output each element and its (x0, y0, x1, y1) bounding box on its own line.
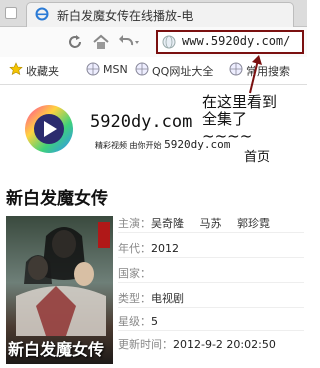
bookmark-label: 收藏夹 (26, 65, 59, 78)
site-logo-icon[interactable] (23, 103, 75, 155)
divider (118, 330, 304, 331)
detail-row-rating: 星级：5 (118, 313, 158, 329)
detail-value: 2012 (151, 242, 179, 255)
divider (118, 282, 304, 283)
cast-link[interactable]: 马苏 (200, 217, 222, 230)
title-bar: 新白发魔女传在线播放-电 (0, 0, 307, 27)
home-icon[interactable] (92, 33, 110, 51)
detail-label: 类型： (118, 292, 151, 305)
handwritten-annotation: 在这里看到 全集了~~~~ (202, 94, 294, 145)
cast-link[interactable]: 吴奇隆 (151, 217, 184, 230)
detail-value: 5 (151, 315, 158, 328)
cast-link[interactable]: 郭珍霓 (237, 217, 270, 230)
detail-label: 主演： (118, 217, 151, 230)
site-name[interactable]: 5920dy.com (90, 112, 192, 132)
divider (118, 257, 304, 258)
window-icon (5, 7, 17, 19)
bookmarks-bar: 收藏夹 MSN QQ网址大全 常用搜索 (0, 58, 307, 85)
annotation-line: 全集了~~~~ (202, 110, 253, 145)
detail-row-cast: 主演：吴奇隆 马苏 郭珍霓 (118, 215, 270, 231)
bookmark-search[interactable]: 常用搜索 (229, 62, 290, 79)
bookmark-label: MSN (103, 63, 128, 76)
type-link[interactable]: 电视剧 (151, 292, 184, 305)
globe-icon (229, 62, 243, 76)
globe-icon (135, 62, 149, 76)
browser-tab[interactable]: 新白发魔女传在线播放-电 (26, 2, 294, 27)
divider (118, 307, 304, 308)
detail-row-updated: 更新时间：2012-9-2 20:02:50 (118, 336, 276, 352)
detail-value: 2012-9-2 20:02:50 (173, 338, 276, 351)
page-title: 新白发魔女传 (6, 189, 108, 209)
globe-icon (86, 62, 100, 76)
back-history-icon[interactable] (118, 33, 140, 51)
poster-caption: 新白发魔女传 (8, 340, 105, 359)
bookmark-label: QQ网址大全 (152, 65, 214, 78)
globe-icon (162, 35, 176, 49)
star-icon (9, 62, 23, 76)
tagline-text: 精彩视频 由你开始 (95, 141, 162, 150)
detail-row-country: 国家： (118, 265, 151, 281)
detail-label: 年代： (118, 242, 151, 255)
address-bar[interactable]: www.5920dy.com/ (156, 30, 304, 54)
bookmark-label: 常用搜索 (246, 65, 290, 78)
divider (118, 232, 304, 233)
bookmark-favorites[interactable]: 收藏夹 (9, 62, 59, 79)
detail-label: 星级： (118, 315, 151, 328)
ie-logo-icon (35, 7, 49, 21)
refresh-icon[interactable] (66, 33, 84, 51)
tab-title: 新白发魔女传在线播放-电 (57, 9, 194, 23)
detail-label: 国家： (118, 267, 151, 280)
annotation-line: 在这里看到 (202, 93, 278, 111)
url-text: www.5920dy.com/ (182, 34, 291, 48)
bookmark-msn[interactable]: MSN (86, 62, 128, 76)
bookmark-qq[interactable]: QQ网址大全 (135, 62, 214, 79)
detail-row-type: 类型：电视剧 (118, 290, 184, 306)
home-link[interactable]: 首页 (244, 146, 270, 165)
detail-row-year: 年代：2012 (118, 240, 179, 256)
detail-label: 更新时间： (118, 338, 173, 351)
